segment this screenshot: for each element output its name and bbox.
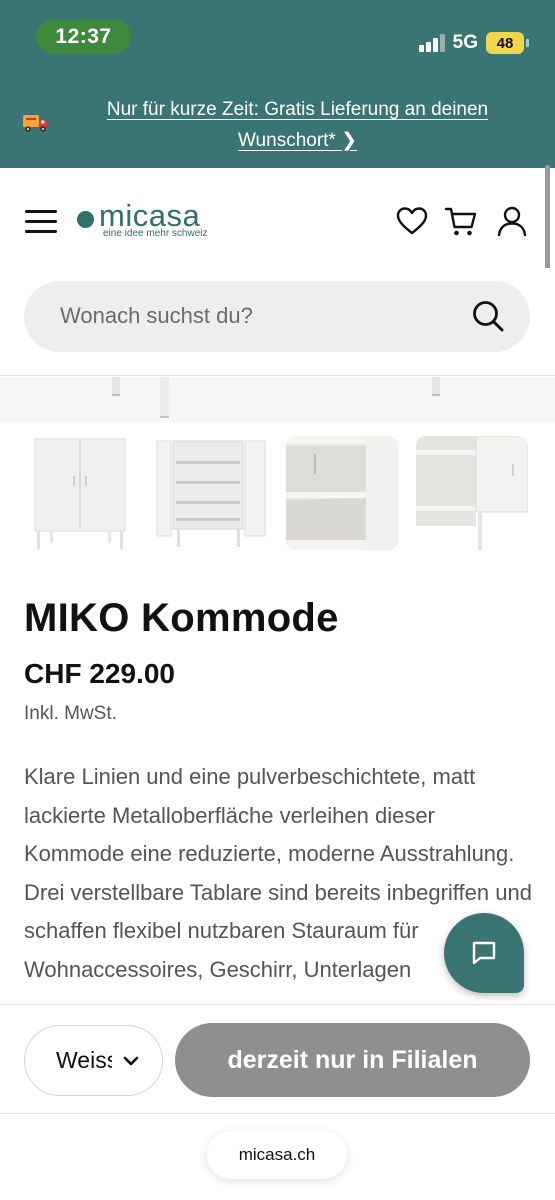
product-main-image[interactable] (0, 377, 555, 422)
thumbnail-open[interactable] (155, 436, 267, 550)
purchase-bar: Weiss derzeit nur in Filialen (0, 1004, 555, 1114)
signal-icon (418, 34, 445, 52)
cart-icon[interactable] (444, 204, 478, 238)
chevron-down-icon (123, 1056, 139, 1066)
search-icon[interactable] (470, 298, 506, 334)
product-thumbnails (24, 436, 532, 552)
variant-select[interactable]: Weiss (24, 1025, 163, 1096)
availability-button[interactable]: derzeit nur in Filialen (175, 1023, 530, 1097)
tax-note: Inkl. MwSt. (24, 703, 117, 724)
heart-icon[interactable] (395, 204, 429, 238)
promo-banner[interactable]: Nur für kurze Zeit: Gratis Lieferung an … (0, 88, 555, 158)
battery-tip (526, 39, 529, 47)
site-header: micasa eine idee mehr schweiz (0, 168, 555, 278)
top-banner: 12:37 5G 48 Nur für kurze Zeit: Gratis L… (0, 0, 555, 168)
promo-link[interactable]: Nur für kurze Zeit: Gratis Lieferung an … (80, 94, 515, 156)
product-title: MIKO Kommode (24, 596, 339, 640)
search-section: Wonach suchst du? (0, 268, 555, 376)
chat-icon (472, 941, 496, 965)
status-time: 12:37 (36, 19, 131, 54)
thumbnail-door-detail[interactable] (416, 436, 528, 550)
chat-button[interactable] (444, 913, 524, 993)
search-placeholder: Wonach suchst du? (60, 303, 253, 328)
menu-icon[interactable] (25, 208, 57, 234)
truck-icon (23, 115, 48, 132)
product-page: 12:37 5G 48 Nur für kurze Zeit: Gratis L… (0, 0, 555, 1200)
thumbnail-shelf-detail[interactable] (286, 436, 398, 550)
micasa-logo[interactable]: micasa eine idee mehr schweiz (77, 198, 227, 242)
logo-tagline: eine idee mehr schweiz (103, 228, 208, 239)
thumbnail-front[interactable] (24, 436, 136, 550)
logo-dot (77, 211, 94, 228)
status-indicators: 5G 48 (418, 28, 529, 58)
network-label: 5G (452, 32, 478, 53)
search-input[interactable]: Wonach suchst du? (24, 281, 530, 352)
battery-icon: 48 (486, 32, 524, 54)
variant-value: Weiss (56, 1047, 112, 1073)
product-price: CHF 229.00 (24, 658, 175, 689)
browser-url[interactable]: micasa.ch (207, 1131, 347, 1179)
user-icon[interactable] (495, 204, 529, 238)
